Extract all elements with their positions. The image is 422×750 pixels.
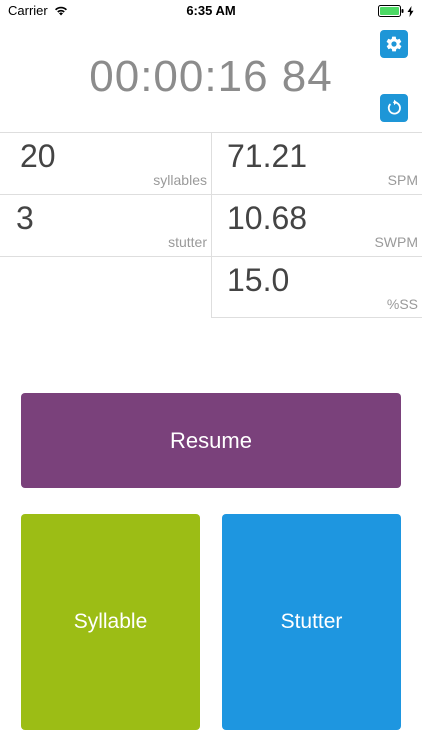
syllable-count-cell: 20 syllables [0,132,211,194]
battery-icon [378,5,404,17]
spm-label: SPM [387,172,418,188]
stutter-count-value: 3 [16,200,34,236]
elapsed-timer: 00:00:16 84 [89,52,333,101]
percent-ss-label: %SS [386,296,418,312]
swpm-cell: 10.68 SWPM [211,194,422,256]
swpm-value: 10.68 [227,200,308,236]
resume-button-label: Resume [170,427,252,453]
gear-icon [386,36,402,52]
stutter-count-cell: 3 stutter [0,194,211,256]
stutter-count-label: stutter [168,234,207,250]
reset-icon [387,99,401,115]
clock: 6:35 AM [186,3,236,18]
percent-ss-value: 15.0 [227,262,290,298]
syllable-count-label: syllables [153,172,207,188]
syllable-count-value: 20 [20,138,56,174]
reset-button[interactable] [380,94,408,122]
charging-bolt-icon [407,5,414,17]
settings-button[interactable] [380,30,408,58]
swpm-label: SWPM [374,234,418,250]
syllable-button-label: Syllable [73,610,148,633]
stutter-button[interactable]: Stutter [222,514,401,730]
spm-value: 71.21 [227,138,308,174]
stats-grid: 20 syllables 71.21 SPM 3 stutter 10.68 S… [0,132,422,318]
stutter-button-label: Stutter [280,610,343,633]
percent-ss-cell: 15.0 %SS [211,256,422,318]
resume-button[interactable]: Resume [21,393,401,488]
battery-group [378,5,414,17]
syllable-button[interactable]: Syllable [21,514,200,730]
status-bar: Carrier 6:35 AM [0,0,422,22]
spm-cell: 71.21 SPM [211,132,422,194]
